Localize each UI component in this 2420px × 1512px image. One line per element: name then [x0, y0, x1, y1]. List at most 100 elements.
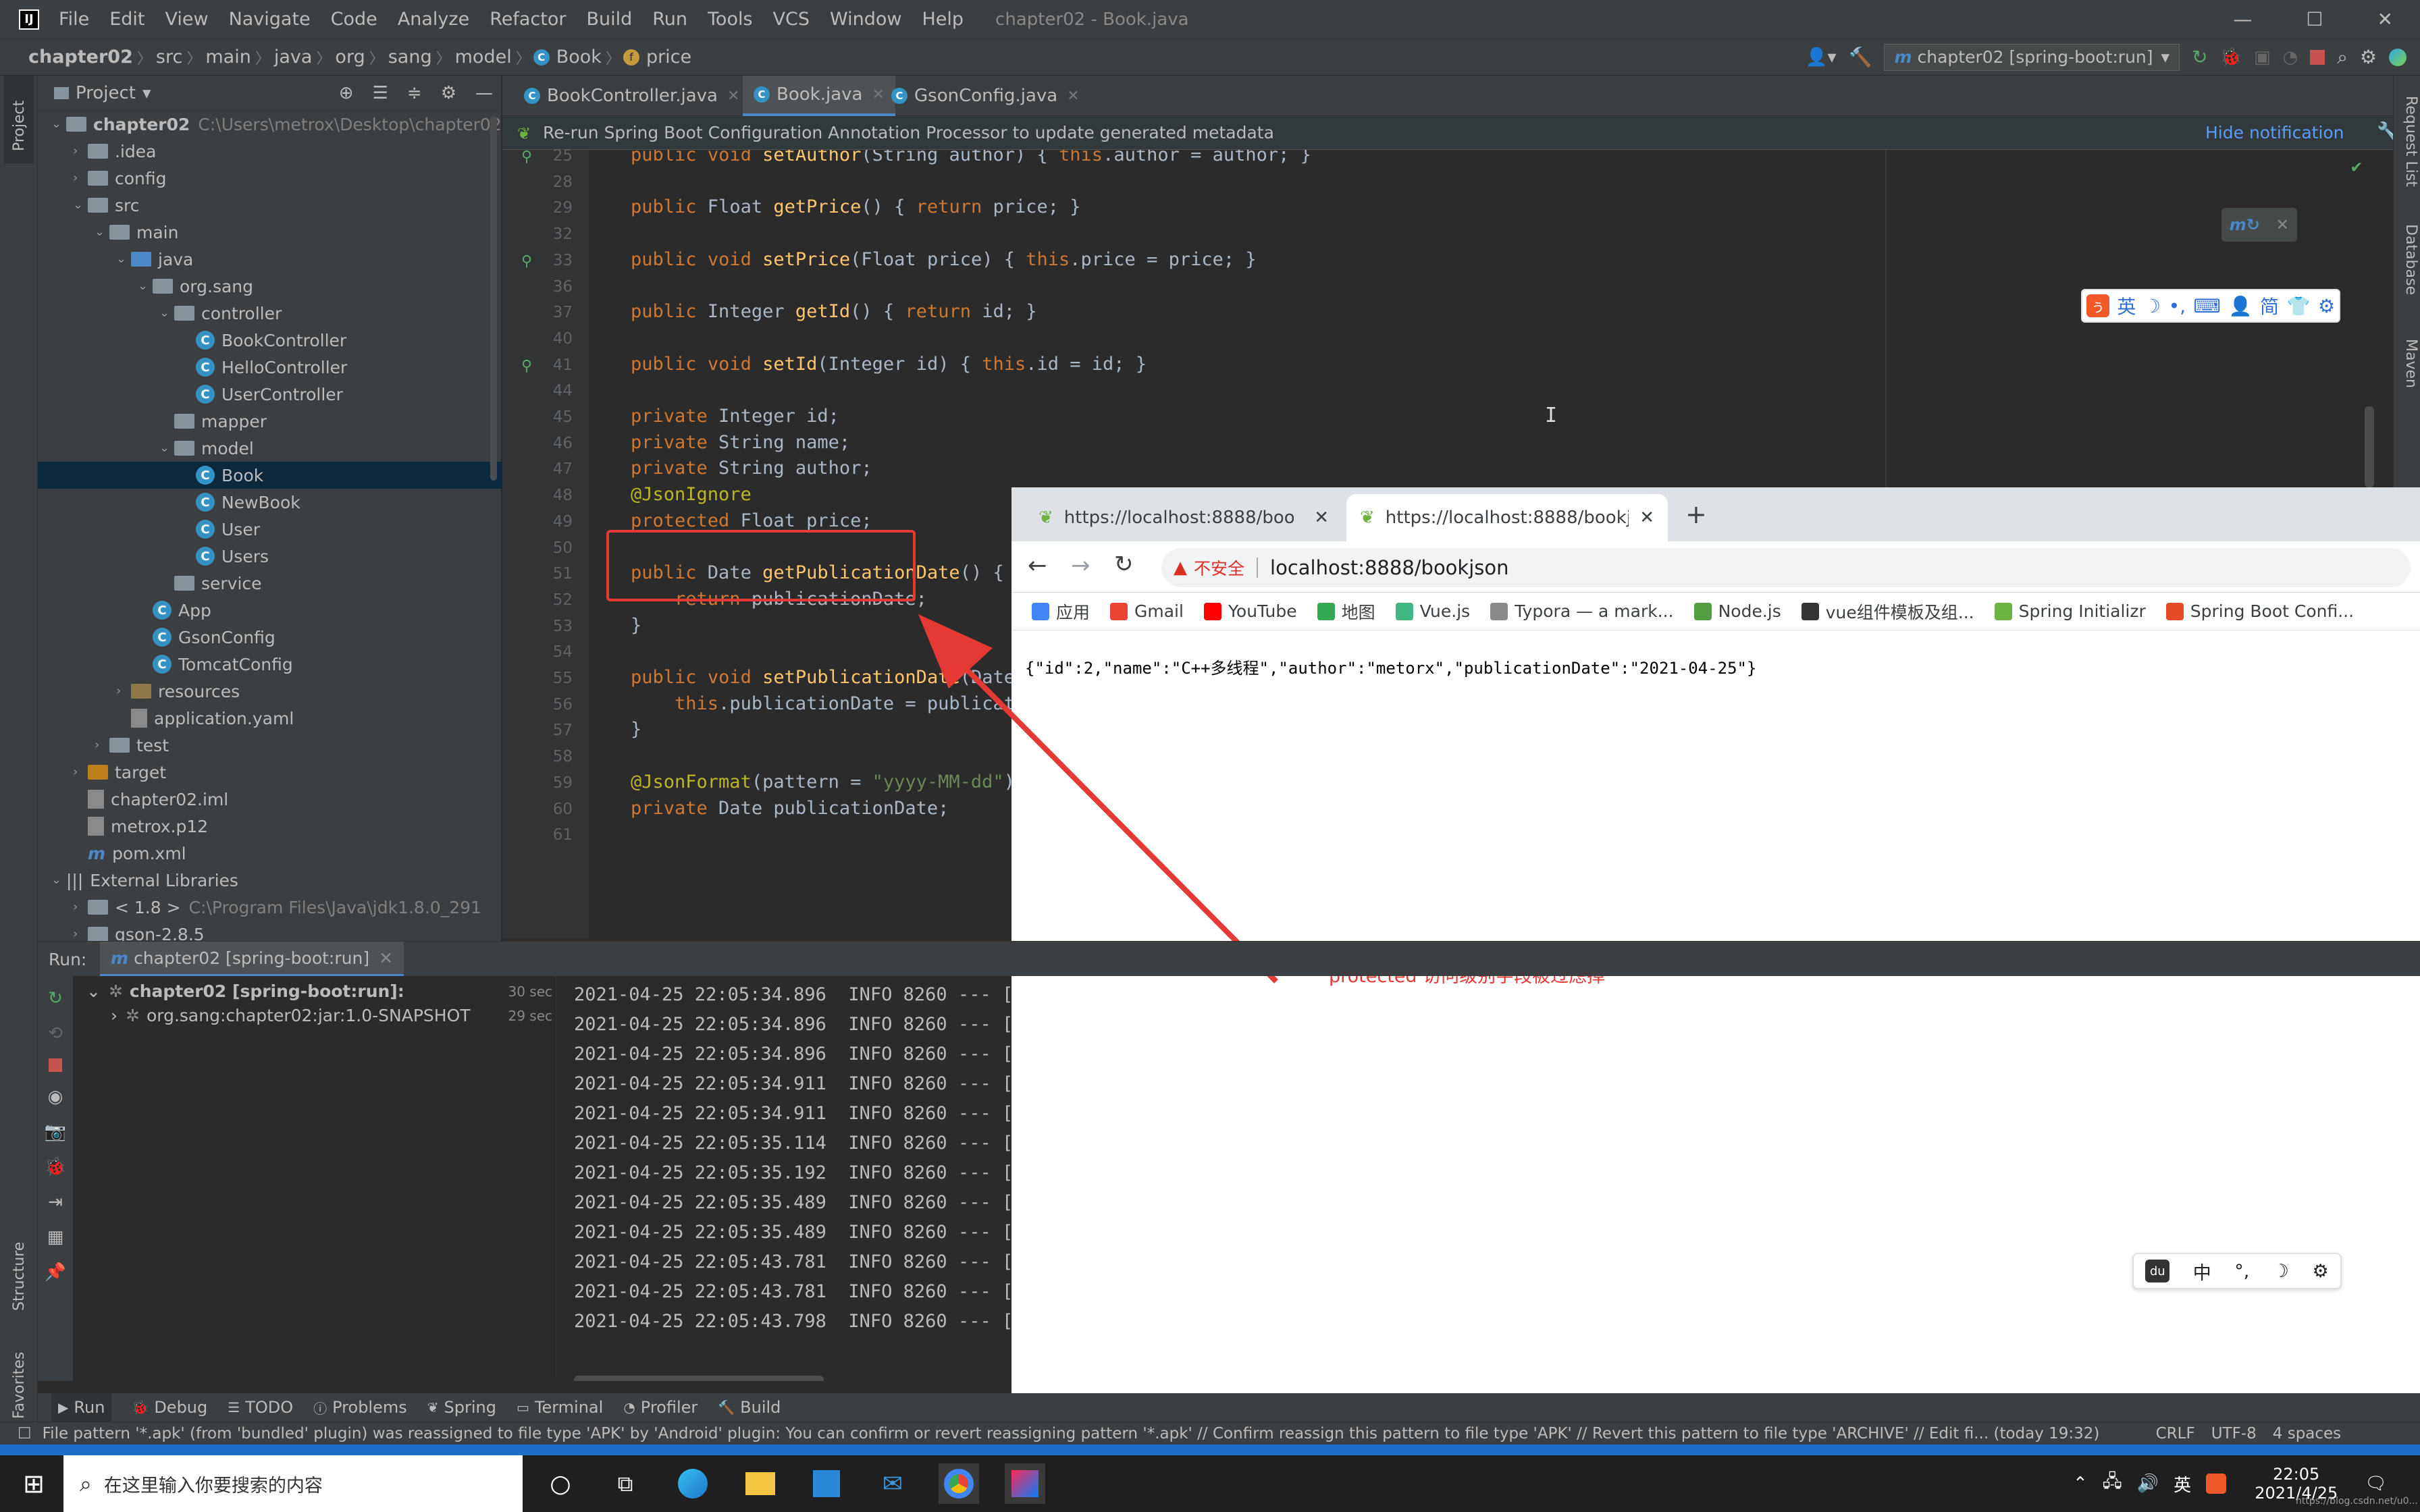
close-tab-icon[interactable]: ✕: [727, 88, 739, 105]
edge-icon[interactable]: [673, 1463, 713, 1504]
menu-window[interactable]: Window: [820, 9, 912, 30]
coverage-icon[interactable]: ▣: [2254, 47, 2271, 68]
menu-vcs[interactable]: VCS: [763, 9, 820, 30]
debug-icon[interactable]: 🐞: [2220, 47, 2242, 68]
bookmark-item[interactable]: Spring Boot Confi...: [2165, 601, 2354, 621]
chevron-down-icon[interactable]: ⌄: [159, 442, 170, 454]
chevron-down-icon[interactable]: ⌄: [51, 874, 62, 886]
override-gutter-icon[interactable]: ⚲: [521, 253, 532, 270]
console-scrollbar[interactable]: [574, 1376, 824, 1381]
maven-reload-icon[interactable]: m↻: [2230, 215, 2260, 234]
chevron-down-icon[interactable]: ⌄: [95, 226, 105, 238]
forward-arrow-icon[interactable]: →: [1071, 552, 1090, 579]
moon-icon[interactable]: ☽: [2144, 295, 2161, 317]
chevron-right-icon[interactable]: ›: [73, 766, 84, 778]
chevron-up-icon[interactable]: ⌃: [2073, 1474, 2088, 1494]
tree-item[interactable]: › resources: [38, 678, 502, 705]
tree-item[interactable]: metrox.p12: [38, 813, 502, 840]
network-icon[interactable]: 🖧: [2103, 1469, 2122, 1498]
chevron-down-icon[interactable]: ⌄: [51, 118, 62, 130]
breadcrumb-item[interactable]: main: [201, 47, 255, 68]
chevron-right-icon[interactable]: ›: [73, 928, 84, 940]
status-message[interactable]: File pattern '*.apk' (from 'bundled' plu…: [43, 1425, 2136, 1442]
tree-item[interactable]: C GsonConfig: [38, 624, 502, 651]
input-language[interactable]: 英: [2174, 1472, 2191, 1496]
intellij-taskbar-icon[interactable]: [1005, 1463, 1045, 1504]
code-line[interactable]: public void setAuthor(String author) { t…: [631, 150, 1311, 165]
tool-tab-terminal[interactable]: ▭ Terminal: [517, 1398, 603, 1417]
tree-item[interactable]: › gson-2.8.5: [38, 921, 502, 941]
tree-item[interactable]: mapper: [38, 408, 502, 435]
tree-item[interactable]: C Users: [38, 543, 502, 570]
layout-icon[interactable]: ▦: [47, 1227, 64, 1247]
camera-icon[interactable]: 📷: [45, 1122, 66, 1142]
tree-item[interactable]: C HelloController: [38, 354, 502, 381]
hide-notification-link[interactable]: Hide notification: [2205, 123, 2344, 142]
file-encoding[interactable]: UTF-8: [2211, 1425, 2257, 1442]
project-scrollbar[interactable]: [490, 116, 497, 481]
user-icon[interactable]: 👤: [2229, 295, 2253, 317]
locate-icon[interactable]: ⊕: [339, 83, 354, 103]
tree-item[interactable]: ⌄ chapter02 C:\Users\metrox\Desktop\chapte…: [38, 111, 502, 138]
menu-help[interactable]: Help: [912, 9, 974, 30]
tree-item[interactable]: ⌄ model: [38, 435, 502, 462]
breadcrumb-item[interactable]: price: [642, 47, 695, 68]
breadcrumb-item[interactable]: org: [331, 47, 369, 68]
rerun-icon[interactable]: ↻: [2192, 46, 2207, 68]
run-tree-row[interactable]: › ✲ org.sang:chapter02:jar:1.0-SNAPSHOT …: [111, 1006, 552, 1025]
tree-item[interactable]: chapter02.iml: [38, 786, 502, 813]
chevron-down-icon[interactable]: ⌄: [159, 307, 170, 319]
collapse-all-icon[interactable]: ≑: [407, 83, 422, 103]
tree-item[interactable]: C BookController: [38, 327, 502, 354]
windows-start-icon[interactable]: ⊞: [14, 1463, 54, 1504]
reload-icon[interactable]: ↻: [1114, 551, 1134, 578]
breadcrumb-item[interactable]: Book: [552, 47, 606, 68]
code-line[interactable]: public Float getPrice() { return price; …: [631, 196, 1081, 217]
project-panel-title[interactable]: Project: [76, 83, 136, 103]
favorites-side-label[interactable]: Favorites: [11, 1352, 28, 1419]
tree-item[interactable]: ⌄ org.sang: [38, 273, 502, 300]
stop-icon[interactable]: [49, 1058, 62, 1072]
ime-simplified-toggle[interactable]: 简: [2260, 292, 2279, 319]
chevron-right-icon[interactable]: ›: [73, 901, 84, 913]
bookmark-item[interactable]: Spring Initializr: [1994, 601, 2146, 621]
back-arrow-icon[interactable]: ←: [1028, 552, 1047, 579]
bookmark-item[interactable]: 地图: [1317, 599, 1375, 624]
menu-file[interactable]: File: [49, 9, 99, 30]
tree-item[interactable]: C User: [38, 516, 502, 543]
tree-item[interactable]: ⌄ java: [38, 246, 502, 273]
code-line[interactable]: }: [631, 615, 641, 636]
override-gutter-icon[interactable]: ⚲: [521, 148, 532, 165]
ime-lang-toggle[interactable]: 英: [2117, 292, 2136, 319]
tool-tab-todo[interactable]: ☰ TODO: [228, 1398, 293, 1417]
maven-side-label[interactable]: Maven: [2402, 339, 2419, 388]
tree-item[interactable]: ⌄ controller: [38, 300, 502, 327]
indent-setting[interactable]: 4 spaces: [2273, 1425, 2341, 1442]
browser-tab-book[interactable]: ❦ https://localhost:8888/book ✕: [1025, 494, 1342, 541]
run-tab[interactable]: m chapter02 [spring-boot:run] ✕: [100, 942, 404, 977]
editor-scrollbar[interactable]: [2365, 406, 2374, 487]
code-line[interactable]: @JsonIgnore: [631, 484, 752, 505]
breadcrumb-item[interactable]: model: [451, 47, 516, 68]
layout-toggle-icon[interactable]: ☐: [18, 1425, 32, 1442]
settings-icon[interactable]: ⚙: [2360, 46, 2377, 68]
moon-icon[interactable]: ☽: [2273, 1261, 2289, 1282]
tree-item[interactable]: › .idea: [38, 138, 502, 165]
punctuation-icon[interactable]: •,: [2169, 295, 2186, 317]
taskbar-search[interactable]: ⌕ 在这里输入你要搜索的内容: [63, 1455, 523, 1512]
close-tab-icon[interactable]: ✕: [1067, 88, 1079, 105]
cortana-icon[interactable]: ○: [540, 1463, 581, 1504]
baidu-ime-icon[interactable]: du: [2145, 1260, 2170, 1282]
code-line[interactable]: private String name;: [631, 432, 850, 453]
code-line[interactable]: public void setPrice(Float price) { this…: [631, 249, 1257, 270]
tool-tab-build[interactable]: 🔨 Build: [718, 1398, 781, 1417]
tool-tab-run[interactable]: ▶ Run: [51, 1393, 112, 1422]
tree-item[interactable]: C Book: [38, 462, 502, 489]
menu-code[interactable]: Code: [321, 9, 388, 30]
toggle-icon[interactable]: ⟲: [48, 1023, 63, 1044]
maximize-icon[interactable]: ☐: [2306, 8, 2323, 30]
tree-item[interactable]: › config: [38, 165, 502, 192]
bookmark-item[interactable]: Node.js: [1693, 601, 1781, 621]
keyboard-icon[interactable]: ⌨: [2194, 295, 2221, 317]
stop-icon[interactable]: [2310, 49, 2325, 65]
